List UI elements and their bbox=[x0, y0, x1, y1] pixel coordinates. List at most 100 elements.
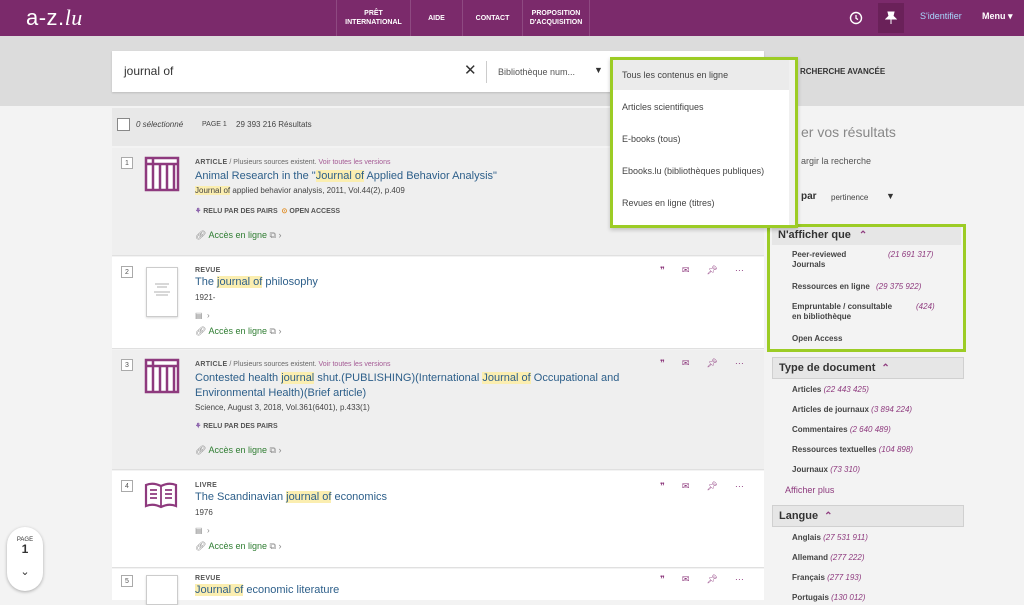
facet-item[interactable]: Commentaires (2 640 489) bbox=[792, 425, 891, 434]
holdings-icon[interactable]: ▤ › bbox=[195, 311, 210, 320]
facet-item-open-access[interactable]: Open Access bbox=[792, 334, 842, 343]
selected-count: 0 sélectionné bbox=[136, 120, 184, 129]
more-options-icon[interactable]: ··· bbox=[735, 265, 744, 275]
scope-select[interactable]: Bibliothèque num... bbox=[498, 67, 575, 77]
title-text: Animal Research in the " bbox=[195, 170, 316, 182]
sort-select[interactable]: pertinence bbox=[831, 193, 868, 202]
holdings-icon[interactable]: ▤ › bbox=[195, 526, 210, 535]
facet-item[interactable]: Français (277 193) bbox=[792, 573, 861, 582]
facet-count: (3 894 224) bbox=[871, 405, 913, 414]
online-access-link[interactable]: 🔗︎ Accès en ligne ⧉ › bbox=[195, 326, 281, 337]
nav-label: AIDE bbox=[428, 14, 445, 22]
facet-item[interactable]: Portugais (130 012) bbox=[792, 593, 865, 602]
scope-option[interactable]: E-books (tous) bbox=[622, 134, 681, 144]
facet-item[interactable]: Anglais (27 531 911) bbox=[792, 533, 868, 542]
pin-icon[interactable]: 📌︎ bbox=[706, 265, 717, 275]
cover-thumbnail bbox=[146, 267, 178, 317]
enlarge-search-link[interactable]: argir la recherche bbox=[801, 156, 871, 166]
facet-label: Journals bbox=[792, 260, 826, 269]
facet-label: Français bbox=[792, 573, 825, 582]
more-options-icon[interactable]: ··· bbox=[735, 358, 744, 368]
online-access-link[interactable]: 🔗︎ Accès en ligne ⧉ › bbox=[195, 541, 281, 552]
result-title[interactable]: The journal of philosophy bbox=[195, 275, 645, 290]
facet-item-peer-reviewed[interactable]: Peer-reviewed Journals bbox=[792, 250, 892, 270]
link-icon: 🔗︎ bbox=[195, 230, 207, 240]
email-icon[interactable]: ✉ bbox=[682, 265, 690, 275]
title-text: economics bbox=[331, 491, 388, 503]
page-label: PAGE 1 bbox=[202, 121, 227, 128]
result-card[interactable]: 3 ARTICLE / Plusieurs sources existent. … bbox=[112, 350, 764, 470]
see-all-versions-link[interactable]: Voir toutes les versions bbox=[318, 159, 390, 166]
email-icon[interactable]: ✉ bbox=[682, 481, 690, 491]
open-access-badge: OPEN ACCESS bbox=[289, 208, 341, 215]
nav-proposition-acquisition[interactable]: PROPOSITION D'ACQUISITION bbox=[522, 0, 590, 36]
result-title[interactable]: Contested health journal shut.(PUBLISHIN… bbox=[195, 371, 655, 401]
facet-heading[interactable]: N'afficher que ⌃ bbox=[772, 227, 961, 245]
title-text: Applied Behavior Analysis" bbox=[364, 170, 497, 182]
chevron-down-icon: ▾ bbox=[1008, 11, 1013, 21]
see-all-versions-link[interactable]: Voir toutes les versions bbox=[318, 361, 390, 368]
select-all-checkbox[interactable] bbox=[117, 118, 130, 131]
access-label: Accès en ligne bbox=[208, 541, 267, 551]
history-icon[interactable] bbox=[846, 8, 866, 28]
more-options-icon[interactable]: ··· bbox=[735, 481, 744, 491]
facet-count: (424) bbox=[916, 302, 935, 311]
facet-item[interactable]: Articles (22 443 425) bbox=[792, 385, 869, 394]
scope-option[interactable]: Ebooks.lu (bibliothèques publiques) bbox=[622, 166, 764, 176]
pin-icon[interactable]: 📌︎ bbox=[706, 358, 717, 368]
result-card[interactable]: 5 REVUE Journal of economic literature ❞… bbox=[112, 569, 764, 605]
caret-down-icon[interactable]: ▼ bbox=[594, 65, 603, 75]
chevron-down-icon[interactable]: ⌄ bbox=[7, 565, 43, 578]
nav-pret-international[interactable]: PRÊT INTERNATIONAL bbox=[336, 0, 410, 36]
facet-label: Ressources textuelles bbox=[792, 445, 877, 454]
result-title[interactable]: Animal Research in the "Journal of Appli… bbox=[195, 169, 645, 184]
facet-item[interactable]: Journaux (73 310) bbox=[792, 465, 860, 474]
email-icon[interactable]: ✉ bbox=[682, 358, 690, 368]
more-options-icon[interactable]: ··· bbox=[735, 574, 744, 584]
online-access-link[interactable]: 🔗︎ Accès en ligne ⧉ › bbox=[195, 230, 281, 241]
external-link-icon: ⧉ › bbox=[269, 541, 282, 551]
nav-aide[interactable]: AIDE bbox=[410, 0, 462, 36]
scope-option[interactable]: Tous les contenus en ligne bbox=[613, 60, 795, 90]
online-access-link[interactable]: 🔗︎ Accès en ligne ⧉ › bbox=[195, 445, 281, 456]
advanced-search-link[interactable]: RCHERCHE AVANCÉE bbox=[800, 67, 885, 76]
citation-icon[interactable]: ❞ bbox=[660, 358, 665, 368]
dropdown-scrollbar[interactable] bbox=[789, 60, 795, 225]
result-card[interactable]: 2 REVUE The journal of philosophy 1921- … bbox=[112, 257, 764, 349]
email-icon[interactable]: ✉ bbox=[682, 574, 690, 584]
scope-option[interactable]: Articles scientifiques bbox=[622, 102, 704, 112]
title-text: economic literature bbox=[243, 584, 340, 596]
meta-text: / Plusieurs sources existent. bbox=[227, 361, 319, 368]
nav-contact[interactable]: CONTACT bbox=[462, 0, 522, 36]
facet-item[interactable]: Allemand (277 222) bbox=[792, 553, 865, 562]
citation-icon[interactable]: ❞ bbox=[660, 481, 665, 491]
title-text: The Scandinavian bbox=[195, 491, 287, 503]
facet-heading-language[interactable]: Langue ⌃ bbox=[772, 505, 964, 527]
scope-option[interactable]: Revues en ligne (titres) bbox=[622, 198, 715, 208]
site-logo[interactable]: a-z.lu bbox=[26, 5, 83, 31]
signin-link[interactable]: S'identifier bbox=[920, 11, 962, 21]
result-card[interactable]: 4 LIVRE The Scandinavian journal of econ… bbox=[112, 471, 764, 568]
result-title[interactable]: Journal of economic literature bbox=[195, 583, 645, 598]
result-title[interactable]: The Scandinavian journal of economics bbox=[195, 490, 645, 505]
article-icon bbox=[144, 156, 180, 197]
menu-button[interactable]: Menu ▾ bbox=[982, 11, 1013, 22]
pin-icon[interactable]: 📌︎ bbox=[706, 481, 717, 491]
result-dates: 1921- bbox=[195, 293, 216, 302]
citation-icon[interactable]: ❞ bbox=[660, 265, 665, 275]
facet-item[interactable]: Ressources textuelles (104 898) bbox=[792, 445, 913, 454]
facet-item-online-resources[interactable]: Ressources en ligne bbox=[792, 282, 870, 291]
result-actions: ❞ ✉ 📌︎ ··· bbox=[660, 358, 761, 369]
pin-icon[interactable] bbox=[878, 3, 904, 33]
show-more-link[interactable]: Afficher plus bbox=[785, 485, 834, 495]
pin-icon[interactable]: 📌︎ bbox=[706, 574, 717, 584]
search-input[interactable]: journal of bbox=[124, 64, 173, 78]
caret-down-icon[interactable]: ▼ bbox=[886, 191, 895, 201]
result-type: REVUE bbox=[195, 267, 221, 274]
facet-heading-doc-type[interactable]: Type de document ⌃ bbox=[772, 357, 964, 379]
clear-search-icon[interactable]: ✕ bbox=[464, 61, 477, 79]
facet-item-borrowable[interactable]: Empruntable / consultable en bibliothèque bbox=[792, 302, 910, 322]
cover-thumbnail bbox=[146, 575, 178, 605]
citation-icon[interactable]: ❞ bbox=[660, 574, 665, 584]
facet-item[interactable]: Articles de journaux (3 894 224) bbox=[792, 405, 912, 414]
